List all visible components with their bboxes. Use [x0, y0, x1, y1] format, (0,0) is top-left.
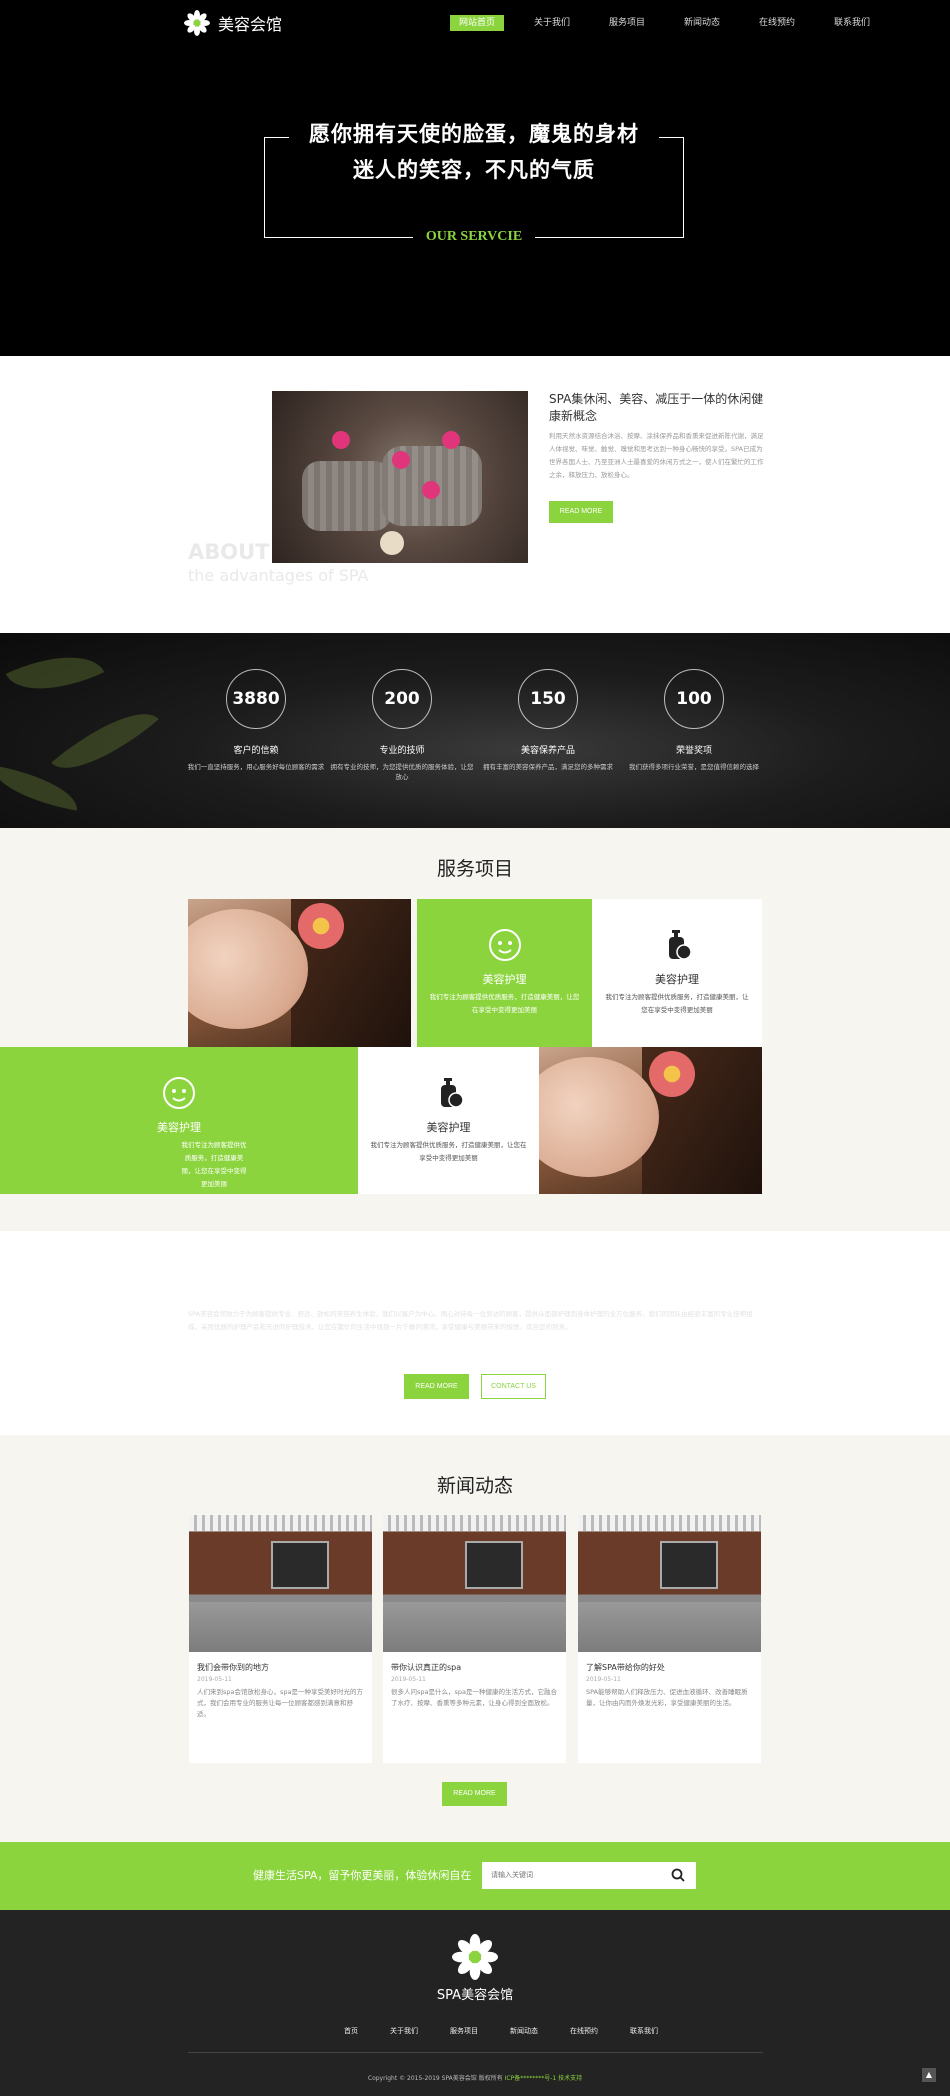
service-title: 美容护理 — [655, 973, 699, 986]
service-card[interactable]: 美容护理 我们专注为顾客提供优质服务，打造健康美丽，让您在享受中变得更加美丽 — [417, 899, 592, 1047]
service-title: 美容护理 — [157, 1121, 201, 1134]
stat-title: 荣誉奖项 — [675, 746, 712, 756]
news-image — [383, 1515, 566, 1652]
stat-desc: 我们获得多项行业荣誉，是您值得信赖的选择 — [629, 763, 759, 771]
footer-nav-news[interactable]: 新闻动态 — [510, 2026, 538, 2036]
news-card-title[interactable]: 我们会带你到的地方 — [189, 1652, 372, 1673]
footer-nav-contact[interactable]: 联系我们 — [630, 2026, 658, 2036]
news-card-desc: 很多人问spa是什么，spa是一种健康的生活方式，它融合了水疗、按摩、香熏等多种… — [391, 1688, 557, 1707]
nav-contact[interactable]: 联系我们 — [825, 15, 879, 31]
about-text: 利用天然水资源结合沐浴、按摩、涂抹保养品和香熏来促进新陈代谢，满足人体视觉、味觉… — [549, 432, 764, 479]
news-card-date: 2019-05-11 — [391, 1676, 426, 1683]
search-band: 健康生活SPA，留予你更美丽，体验休闲自在 — [0, 1842, 950, 1910]
hero-subtitle: OUR SERVCIE — [413, 229, 535, 245]
stat-number: 3880 — [226, 669, 286, 729]
service-image — [188, 899, 411, 1047]
back-to-top-icon[interactable]: ▲ — [922, 2068, 936, 2082]
site-logo[interactable]: 美容会馆 — [184, 10, 282, 36]
copyright-text: Copyright © 2015-2019 SPA美容会馆 版权所有 — [367, 2075, 503, 2082]
services-section: 服务项目 美容护理 我们专注为顾客提供优质服务，打造健康美丽，让您在享受中变得更… — [0, 828, 950, 1231]
search-input[interactable] — [482, 1862, 696, 1889]
footer-nav: 首页 关于我们 服务项目 新闻动态 在线预约 联系我们 — [344, 2026, 690, 2036]
hero-section: 美容会馆 网站首页 关于我们 服务项目 新闻动态 在线预约 联系我们 愿你拥有天… — [0, 0, 950, 356]
read-more-button[interactable]: READ MORE — [404, 1374, 469, 1399]
stat-item: 200 专业的技师 拥有专业的技师，为您提供优质的服务体验，让您放心 — [329, 669, 475, 782]
stat-number: 150 — [518, 669, 578, 729]
intro-text: SPA美容会馆致力于为顾客提供专业、舒适、放松的美容养生体验，我们以客户为中心，… — [188, 1310, 753, 1331]
footer: SPA美容会馆 首页 关于我们 服务项目 新闻动态 在线预约 联系我们 Copy… — [0, 1910, 950, 2096]
service-title: 美容护理 — [426, 1121, 471, 1134]
copyright: Copyright © 2015-2019 SPA美容会馆 版权所有 ICP备*… — [0, 2073, 950, 2082]
lotion-bottle-icon — [669, 930, 692, 960]
face-mask-icon — [488, 929, 521, 961]
stat-item: 3880 客户的信赖 我们一直坚持服务，用心服务好每位顾客的需求 — [183, 669, 329, 772]
news-card-title[interactable]: 了解SPA带给你的好处 — [578, 1652, 761, 1673]
face-mask-icon — [163, 1077, 195, 1109]
nav-news[interactable]: 新闻动态 — [675, 15, 729, 31]
news-card[interactable]: 带你认识真正的spa 2019-05-11 很多人问spa是什么，spa是一种健… — [383, 1515, 566, 1763]
news-card[interactable]: 我们会带你到的地方 2019-05-11 人们来到spa会馆放松身心，spa是一… — [189, 1515, 372, 1763]
service-title: 美容护理 — [482, 973, 527, 986]
news-card[interactable]: 了解SPA带给你的好处 2019-05-11 SPA能够帮助人们释放压力、促进血… — [578, 1515, 761, 1763]
footer-nav-services[interactable]: 服务项目 — [450, 2026, 478, 2036]
footer-nav-about[interactable]: 关于我们 — [390, 2026, 418, 2036]
news-card-desc: SPA能够帮助人们释放压力、促进血液循环、改善睡眠质量，让你由内而外焕发光彩，享… — [586, 1688, 748, 1707]
search-icon[interactable] — [670, 1867, 686, 1883]
flower-logo-icon — [452, 1934, 498, 1980]
stat-number: 100 — [664, 669, 724, 729]
footer-nav-home[interactable]: 首页 — [344, 2026, 358, 2036]
band-slogan: 健康生活SPA，留予你更美丽，体验休闲自在 — [253, 1869, 472, 1882]
about-image — [272, 391, 528, 563]
main-nav: 网站首页 关于我们 服务项目 新闻动态 在线预约 联系我们 — [450, 15, 900, 31]
news-card-desc: 人们来到spa会馆放松身心，spa是一种享受美好时光的方式，我们会用专业的服务让… — [197, 1688, 363, 1718]
about-read-more-button[interactable]: READ MORE — [549, 501, 613, 523]
stat-title: 专业的技师 — [379, 746, 425, 756]
about-title: SPA集休闲、美容、减压于一体的休闲健康新概念 — [549, 392, 764, 423]
hero-headline-1: 愿你拥有天使的脸蛋，魔鬼的身材 — [309, 122, 639, 146]
service-card[interactable]: 美容护理 我们专注为顾客提供优质服务，打造健康美丽，让您在享受中变得更加美丽 — [592, 899, 762, 1047]
stat-desc: 拥有专业的技师，为您提供优质的服务体验，让您放心 — [330, 763, 474, 781]
services-title: 服务项目 — [436, 858, 513, 880]
footer-divider — [188, 2052, 763, 2053]
nav-home[interactable]: 网站首页 — [450, 15, 504, 31]
service-image — [539, 1047, 762, 1194]
hero-headline-2: 迷人的笑容，不凡的气质 — [353, 158, 595, 182]
stat-title: 美容保养产品 — [520, 746, 575, 756]
footer-brand-name: SPA美容会馆 — [436, 1988, 514, 2003]
stat-item: 100 荣誉奖项 我们获得多项行业荣誉，是您值得信赖的选择 — [621, 669, 767, 772]
news-card-date: 2019-05-11 — [197, 1676, 232, 1683]
flower-logo-icon — [184, 10, 210, 36]
about-watermark-title: ABOUT — [188, 540, 270, 564]
hero-frame — [264, 137, 684, 238]
service-card[interactable]: 美容护理 我们专注为顾客提供优质服务，打造健康美丽，让您在享受中变得更加美丽 — [0, 1047, 358, 1194]
nav-booking[interactable]: 在线预约 — [750, 15, 804, 31]
nav-services[interactable]: 服务项目 — [600, 15, 654, 31]
icp-text[interactable]: ICP备********号-1 技术支持 — [505, 2075, 582, 2082]
stat-desc: 拥有丰富的美容保养产品，满足您的多种需求 — [483, 763, 613, 771]
service-desc: 我们专注为顾客提供优质服务，打造健康美丽，让您在享受中变得更加美丽 — [181, 1141, 247, 1188]
footer-nav-booking[interactable]: 在线预约 — [570, 2026, 598, 2036]
logo-text: 美容会馆 — [218, 15, 283, 34]
news-card-date: 2019-05-11 — [586, 1676, 621, 1683]
news-card-title[interactable]: 带你认识真正的spa — [383, 1652, 566, 1673]
about-watermark-subtitle: the advantages of SPA — [188, 566, 369, 585]
stat-number: 200 — [372, 669, 432, 729]
service-card[interactable]: 美容护理 我们专注为顾客提供优质服务，打造健康美丽，让您在享受中变得更加美丽 — [358, 1047, 539, 1194]
nav-about[interactable]: 关于我们 — [525, 15, 579, 31]
news-title: 新闻动态 — [436, 1475, 513, 1497]
stat-item: 150 美容保养产品 拥有丰富的美容保养产品，满足您的多种需求 — [475, 669, 621, 772]
service-desc: 我们专注为顾客提供优质服务，打造健康美丽，让您在享受中变得更加美丽 — [605, 993, 749, 1014]
news-image — [578, 1515, 761, 1652]
news-image — [189, 1515, 372, 1652]
service-desc: 我们专注为顾客提供优质服务，打造健康美丽，让您在享受中变得更加美丽 — [370, 1141, 527, 1162]
lotion-bottle-icon — [440, 1078, 464, 1108]
news-section: 新闻动态 我们会带你到的地方 2019-05-11 人们来到spa会馆放松身心，… — [0, 1435, 950, 1842]
service-desc: 我们专注为顾客提供优质服务，打造健康美丽，让您在享受中变得更加美丽 — [429, 993, 580, 1014]
contact-us-button[interactable]: CONTACT US — [481, 1374, 546, 1399]
stats-section: 3880 客户的信赖 我们一直坚持服务，用心服务好每位顾客的需求 200 专业的… — [0, 633, 950, 828]
stat-title: 客户的信赖 — [233, 746, 279, 756]
news-read-more-button[interactable]: READ MORE — [442, 1782, 507, 1806]
stat-desc: 我们一直坚持服务，用心服务好每位顾客的需求 — [187, 763, 325, 771]
